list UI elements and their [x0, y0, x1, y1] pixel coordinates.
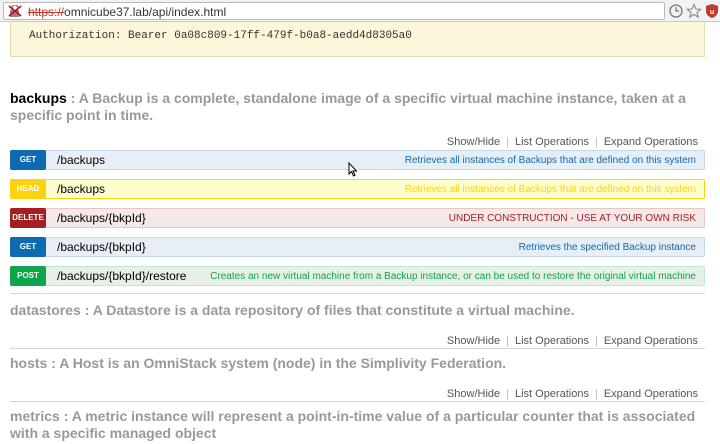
operation-path[interactable]: /backups	[57, 182, 105, 196]
show-hide-link[interactable]: Show/Hide	[447, 335, 500, 347]
authorization-box: Authorization: Bearer 0a08c809-17ff-479f…	[10, 22, 705, 57]
list-operations-link[interactable]: List Operations	[515, 388, 589, 400]
divider	[10, 348, 705, 349]
resource-name-backups[interactable]: backups	[10, 90, 67, 106]
operation-summary[interactable]: Creates an new virtual machine from a Ba…	[210, 271, 696, 282]
operation-get-backup[interactable]: GET /backups/{bkpId} Retrieves the speci…	[10, 237, 705, 257]
extension-shield-icon[interactable]: u	[704, 3, 720, 19]
operation-post-restore[interactable]: POST /backups/{bkpId}/restore Creates an…	[10, 266, 705, 286]
operation-summary[interactable]: Retrieves all instances of Backups that …	[405, 184, 696, 195]
lock-broken-icon[interactable]	[8, 5, 22, 17]
divider	[10, 401, 705, 402]
operation-summary[interactable]: Retrieves the specified Backup instance	[519, 242, 696, 253]
divider	[10, 293, 705, 294]
operation-summary[interactable]: Retrieves all instances of Backups that …	[405, 155, 696, 166]
resource-heading-datastores[interactable]: datastores : A Datastore is a data repos…	[10, 302, 700, 319]
show-hide-link[interactable]: Show/Hide	[447, 388, 500, 400]
link-separator: |	[506, 136, 509, 148]
resource-desc-backups: : A Backup is a complete, standalone ima…	[10, 90, 686, 123]
link-separator: |	[506, 335, 509, 347]
resource-links-backups: Show/Hide | List Operations | Expand Operati…	[447, 136, 698, 148]
star-icon[interactable]	[686, 3, 702, 19]
operation-summary[interactable]: UNDER CONSTRUCTION - USE AT YOUR OWN RIS…	[449, 213, 696, 224]
method-badge-head[interactable]: HEAD	[10, 179, 46, 199]
list-operations-link[interactable]: List Operations	[515, 335, 589, 347]
method-badge-get[interactable]: GET	[10, 150, 46, 170]
resource-heading-hosts[interactable]: hosts : A Host is an OmniStack system (n…	[10, 355, 700, 372]
resource-links-hosts: Show/Hide | List Operations | Expand Operati…	[447, 388, 698, 400]
reader-icon[interactable]	[668, 3, 684, 19]
operation-path[interactable]: /backups/{bkpId}	[57, 211, 146, 225]
url-scheme: https://	[28, 5, 65, 19]
expand-operations-link[interactable]: Expand Operations	[604, 388, 698, 400]
operation-path[interactable]: /backups	[57, 153, 105, 167]
resource-heading-metrics[interactable]: metrics : A metric instance will represe…	[10, 408, 700, 442]
authorization-text: Authorization: Bearer 0a08c809-17ff-479f…	[29, 30, 412, 42]
expand-operations-link[interactable]: Expand Operations	[604, 136, 698, 148]
url-text[interactable]: https://omnicube37.lab/api/index.html	[28, 5, 226, 19]
link-separator: |	[594, 335, 598, 347]
show-hide-link[interactable]: Show/Hide	[447, 136, 500, 148]
operation-path[interactable]: /backups/{bkpId}/restore	[57, 269, 186, 283]
link-separator: |	[594, 388, 598, 400]
address-bar[interactable]: https://omnicube37.lab/api/index.html	[3, 2, 665, 20]
link-separator: |	[594, 136, 598, 148]
operation-delete-backup[interactable]: DELETE /backups/{bkpId} UNDER CONSTRUCTI…	[10, 208, 705, 228]
url-host-path: omnicube37.lab/api/index.html	[64, 5, 227, 19]
list-operations-link[interactable]: List Operations	[515, 136, 589, 148]
method-badge-post[interactable]: POST	[10, 266, 46, 286]
method-badge-get[interactable]: GET	[10, 237, 46, 257]
resource-heading-backups[interactable]: backups : A Backup is a complete, standa…	[10, 90, 700, 124]
mouse-cursor-icon	[348, 162, 358, 177]
operation-path[interactable]: /backups/{bkpId}	[57, 240, 146, 254]
resource-links-datastores: Show/Hide | List Operations | Expand Operati…	[447, 335, 698, 347]
expand-operations-link[interactable]: Expand Operations	[604, 335, 698, 347]
method-badge-delete[interactable]: DELETE	[10, 208, 46, 228]
svg-text:u: u	[710, 9, 714, 16]
browser-toolbar: https://omnicube37.lab/api/index.html u	[0, 0, 720, 22]
operation-head-backups[interactable]: HEAD /backups Retrieves all instances of…	[10, 179, 705, 199]
link-separator: |	[506, 388, 509, 400]
